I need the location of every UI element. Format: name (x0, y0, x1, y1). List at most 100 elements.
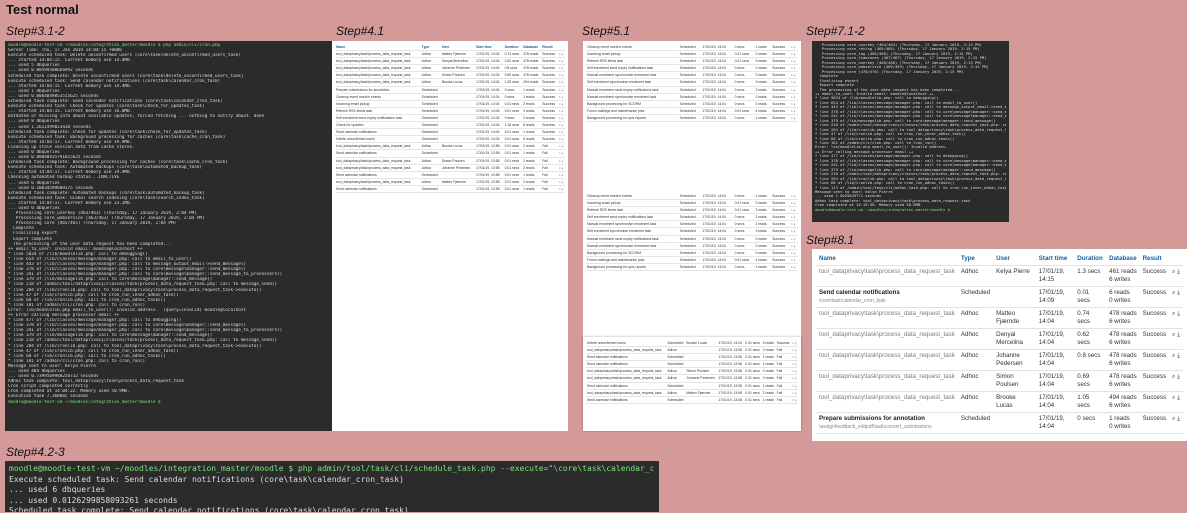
cell-duration: 0.01 secs (503, 164, 523, 172)
download-icon[interactable]: ⤓ (793, 73, 796, 77)
download-icon[interactable]: ⤓ (1176, 415, 1180, 422)
col-header-user[interactable]: User (440, 44, 475, 52)
download-icon[interactable]: ⤓ (794, 376, 797, 380)
download-icon[interactable]: ⤓ (1176, 373, 1180, 380)
download-icon[interactable]: ⤓ (561, 66, 564, 70)
col-header-duration[interactable]: Duration (503, 44, 523, 52)
download-icon[interactable]: ⤓ (793, 88, 796, 92)
download-icon[interactable]: ⤓ (793, 66, 796, 70)
download-icon[interactable]: ⤓ (1176, 310, 1180, 317)
schedule-task-terminal[interactable]: moodle@moodle-test-vm ~/moodles/integrat… (5, 461, 659, 512)
download-icon[interactable]: ⤓ (1176, 289, 1180, 296)
download-icon[interactable]: ⤓ (561, 159, 564, 163)
col-header-type[interactable]: Type (957, 253, 994, 266)
table-row: Refresh RSS feeds task Scheduled 17/01/19,… (586, 206, 798, 215)
col-header-name[interactable]: Name (335, 44, 421, 52)
download-icon[interactable]: ⤓ (561, 166, 564, 170)
download-icon[interactable]: ⤓ (793, 52, 796, 56)
cell-duration: 0.01 secs (733, 206, 755, 215)
col-header-result[interactable]: Result (541, 44, 558, 52)
download-icon[interactable]: ⤓ (793, 201, 796, 205)
download-icon[interactable]: ⤓ (561, 130, 564, 134)
cell-duration: 0 secs (733, 78, 755, 87)
download-icon[interactable]: ⤓ (561, 88, 564, 92)
cell-result: Fail (775, 346, 792, 355)
cell-user (440, 171, 475, 179)
download-icon[interactable]: ⤓ (794, 398, 797, 402)
cell-start-time: 17/01/19, 14:04 (474, 64, 504, 73)
row-actions: ⌕ ⤓ (557, 142, 565, 151)
table-row: tool_dataprivacy\task\process_data_reque… (335, 71, 565, 80)
download-icon[interactable]: ⤓ (793, 109, 796, 113)
download-icon[interactable]: ⤓ (793, 258, 796, 262)
download-icon[interactable]: ⤓ (794, 362, 797, 366)
download-icon[interactable]: ⤓ (561, 187, 564, 191)
col-header-duration[interactable]: Duration (1074, 253, 1107, 266)
table-row: Manual enrolment synchronise enrolment t… (586, 93, 798, 101)
col-header-start[interactable]: Start time (474, 44, 504, 52)
download-icon[interactable]: ⤓ (793, 59, 796, 63)
download-icon[interactable]: ⤓ (561, 137, 564, 141)
table-row: Manual enrolment send expiry notificatio… (586, 235, 798, 243)
download-icon[interactable]: ⤓ (561, 73, 564, 77)
processing-terminal[interactable]: Processing core_userkey (464/464) (Thurs… (812, 41, 1009, 222)
download-icon[interactable]: ⤓ (794, 355, 797, 359)
step-label-3-1: Step#3.1-2 (6, 24, 65, 38)
cell-type: Scheduled (678, 44, 702, 52)
download-icon[interactable]: ⤓ (561, 59, 564, 63)
download-icon[interactable]: ⤓ (561, 109, 564, 113)
col-header-type[interactable]: Type (420, 44, 441, 52)
download-icon[interactable]: ⤓ (793, 265, 796, 269)
download-icon[interactable]: ⤓ (561, 52, 564, 56)
cell-name: Background processing for quiz reports (586, 263, 679, 272)
cell-type: Scheduled (666, 396, 686, 404)
download-icon[interactable]: ⤓ (793, 102, 796, 106)
download-icon[interactable]: ⤓ (794, 348, 797, 352)
download-icon[interactable]: ⤓ (793, 222, 796, 226)
download-icon[interactable]: ⤓ (794, 384, 797, 388)
cell-name: Refresh RSS feeds task (586, 206, 679, 215)
download-icon[interactable]: ⤓ (794, 369, 797, 373)
download-icon[interactable]: ⤓ (1176, 268, 1180, 275)
download-icon[interactable]: ⤓ (793, 208, 796, 212)
download-icon[interactable]: ⤓ (561, 180, 564, 184)
download-icon[interactable]: ⤓ (1176, 331, 1180, 338)
download-icon[interactable]: ⤓ (561, 116, 564, 120)
download-icon[interactable]: ⤓ (561, 95, 564, 99)
download-icon[interactable]: ⤓ (561, 144, 564, 148)
download-icon[interactable]: ⤓ (793, 194, 796, 198)
col-header-database[interactable]: Database (522, 44, 542, 52)
download-icon[interactable]: ⤓ (794, 341, 797, 345)
download-icon[interactable]: ⤓ (793, 251, 796, 255)
download-icon[interactable]: ⤓ (561, 123, 564, 127)
col-header-result[interactable]: Result (1139, 253, 1170, 266)
col-header-start[interactable]: Start time (1035, 253, 1075, 266)
download-icon[interactable]: ⤓ (793, 229, 796, 233)
col-header-user[interactable]: User (993, 253, 1036, 266)
cell-database: 3 reads (522, 107, 542, 115)
download-icon[interactable]: ⤓ (793, 237, 796, 241)
download-icon[interactable]: ⤓ (561, 102, 564, 106)
download-icon[interactable]: ⤓ (561, 173, 564, 177)
download-icon[interactable]: ⤓ (1176, 394, 1180, 401)
download-icon[interactable]: ⤓ (1176, 352, 1180, 359)
col-header-database[interactable]: Database (1106, 253, 1140, 266)
cell-type: Adhoc (957, 265, 994, 287)
table-row: Check for updates Scheduled 17/01/19, 14:0… (335, 121, 565, 130)
download-icon[interactable]: ⤓ (561, 151, 564, 155)
download-icon[interactable]: ⤓ (793, 45, 796, 49)
cell-type: Scheduled (678, 220, 702, 229)
download-icon[interactable]: ⤓ (793, 215, 796, 219)
cron-terminal[interactable]: moodle@moodle-test-vm ~/moodles/integrat… (5, 41, 333, 431)
cell-database: 1 reads (754, 263, 772, 272)
download-icon[interactable]: ⤓ (793, 116, 796, 120)
download-icon[interactable]: ⤓ (793, 80, 796, 84)
download-icon[interactable]: ⤓ (561, 80, 564, 84)
download-icon[interactable]: ⤓ (793, 95, 796, 99)
cell-database: 478 reads (522, 50, 542, 59)
download-icon[interactable]: ⤓ (793, 244, 796, 248)
db-reads: 478 reads (1109, 373, 1137, 380)
col-header-name[interactable]: Name (816, 253, 958, 266)
cell-type: Scheduled (678, 86, 702, 94)
download-icon[interactable]: ⤓ (794, 391, 797, 395)
